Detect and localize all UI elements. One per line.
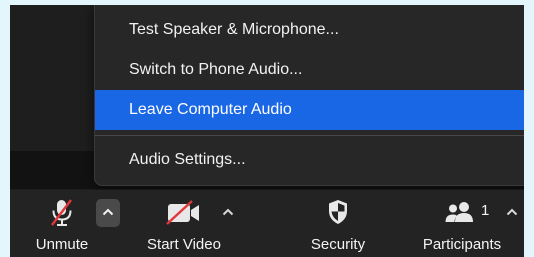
- participants-icon: [445, 202, 473, 222]
- participants-options-caret-button[interactable]: [500, 199, 524, 227]
- meeting-toolbar: Unmute Start Video Security 1 Participan…: [10, 190, 524, 257]
- participants-label: Participants: [422, 236, 502, 253]
- menu-item-audio-settings[interactable]: Audio Settings...: [95, 140, 524, 180]
- zoom-meeting-window: Test Speaker & Microphone... Switch to P…: [10, 5, 524, 257]
- video-camera-off-icon: [166, 200, 199, 225]
- menu-item-test-speaker-microphone[interactable]: Test Speaker & Microphone...: [95, 10, 524, 50]
- menu-item-switch-to-phone-audio[interactable]: Switch to Phone Audio...: [95, 50, 524, 90]
- audio-options-caret-button[interactable]: [96, 199, 120, 227]
- chevron-up-icon: [102, 208, 114, 216]
- menu-item-label: Audio Settings...: [129, 151, 246, 168]
- menu-item-leave-computer-audio[interactable]: Leave Computer Audio: [95, 90, 524, 130]
- shield-icon: [329, 200, 347, 224]
- menu-item-label: Test Speaker & Microphone...: [129, 21, 339, 38]
- chevron-up-icon: [506, 208, 518, 216]
- start-video-label: Start Video: [147, 236, 221, 253]
- menu-item-label: Switch to Phone Audio...: [129, 61, 303, 78]
- chevron-up-icon: [222, 208, 234, 216]
- participants-button[interactable]: 1 Participants: [410, 190, 514, 257]
- menu-separator: [95, 135, 524, 136]
- unmute-label: Unmute: [35, 236, 89, 253]
- security-button[interactable]: Security: [290, 190, 386, 257]
- microphone-muted-icon: [51, 199, 72, 226]
- participants-count: 1: [481, 202, 490, 219]
- audio-options-menu: Test Speaker & Microphone... Switch to P…: [94, 5, 524, 186]
- menu-item-label: Leave Computer Audio: [129, 101, 292, 118]
- video-options-caret-button[interactable]: [216, 199, 240, 227]
- security-label: Security: [310, 236, 366, 253]
